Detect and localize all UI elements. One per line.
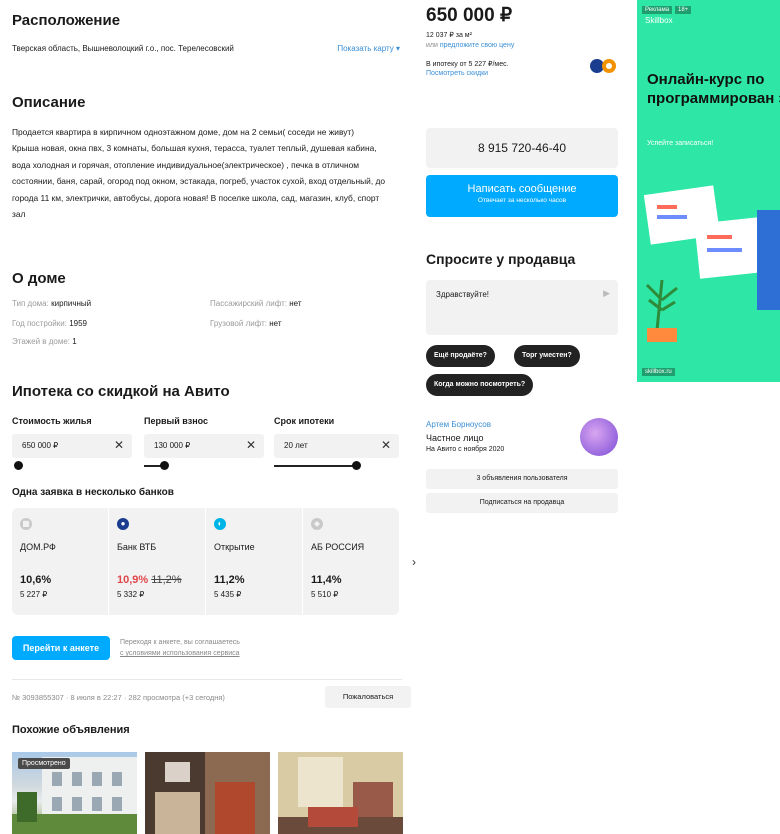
ad-headline: Онлайн-курс по программирован за 0 ₽ [647,71,780,107]
viewed-badge: Просмотрено [18,758,70,769]
ad-site: skillbox.ru [642,368,675,376]
ask-message-input[interactable]: Здравствуйте! ▶ [426,280,618,335]
description-title: Описание [12,94,86,111]
ad-banner[interactable]: Реклама 18+ Skillbox Онлайн-курс по прог… [637,0,780,382]
mortgage-from: В ипотеку от 5 227 ₽/мес. [426,61,509,68]
terms-link[interactable]: с условиями использования сервиса [120,648,240,659]
seller-since: На Авито с ноября 2020 [426,446,505,453]
partner-logo-icon [590,59,616,73]
offer-price-link[interactable]: предложите свою цену [440,42,514,49]
quick-question-chip[interactable]: Когда можно посмотреть? [426,374,534,396]
subscribe-seller-button[interactable]: Подписаться на продавца [426,493,618,513]
bank-card[interactable]: ◈ АБ РОССИЯ 11,4% 5 510 ₽ [303,508,400,615]
similar-title: Похожие объявления [12,724,130,736]
chevron-down-icon: ▾ [393,44,400,53]
complain-button[interactable]: Пожаловаться [325,686,411,708]
downpayment-slider-handle[interactable] [160,461,169,470]
chevron-right-icon[interactable]: › [412,555,416,569]
otkritie-logo-icon: ◐ [214,518,226,530]
house-title: О доме [12,270,66,287]
banks-title: Одна заявка в несколько банков [12,487,174,498]
divider [12,679,402,680]
clear-icon[interactable]: ✕ [114,438,124,452]
clear-icon[interactable]: ✕ [381,438,391,452]
offer-price: или предложите свою цену [426,42,515,49]
similar-thumb[interactable]: Просмотрено [12,752,137,834]
similar-thumb[interactable] [145,752,270,834]
room-photo [278,752,403,834]
send-icon[interactable]: ▶ [603,288,610,299]
banks-carousel: ▦ ДОМ.РФ 10,6% 5 227 ₽ ● Банк ВТБ 10,9% 1… [12,508,399,615]
price-per-meter: 12 037 ₽ за м² [426,32,472,39]
downpayment-input[interactable]: 130 000 ₽ ✕ [144,434,264,458]
ad-age-tag: 18+ [675,6,692,14]
term-input[interactable]: 20 лет ✕ [274,434,399,458]
ad-brand: Skillbox [645,16,673,25]
term-slider-track[interactable] [274,465,356,467]
location-address: Тверская область, Вышневолоцкий г.о., по… [12,44,234,53]
ad-illustration [643,185,780,342]
attr-cargo-lift: Грузовой лифт: нет [210,319,282,328]
clear-icon[interactable]: ✕ [246,438,256,452]
price-slider-handle[interactable] [14,461,23,470]
see-discounts-link[interactable]: Посмотреть скидки [426,70,488,77]
location-title: Расположение [12,12,121,29]
quick-question-chip[interactable]: Ещё продаёте? [426,345,495,367]
avatar[interactable] [580,418,618,456]
attr-passenger-lift: Пассажирский лифт: нет [210,299,302,308]
ad-subtitle: Успейте записаться! [647,140,714,147]
attr-house-type: Тип дома: кирпичный [12,299,92,308]
attr-year: Год постройки: 1959 [12,319,87,328]
listing-meta: № 3093855307 · 8 июля в 22:27 · 282 прос… [12,693,225,702]
price: 650 000 ₽ [426,5,513,26]
form-note: Переходя к анкете, вы соглашаетесь с усл… [120,639,240,659]
attr-floors: Этажей в доме: 1 [12,337,77,346]
quick-question-chip[interactable]: Торг уместен? [514,345,580,367]
write-message-button[interactable]: Написать сообщение Отвечает за несколько… [426,175,618,217]
price-input[interactable]: 650 000 ₽ ✕ [12,434,132,458]
bank-card[interactable]: ▦ ДОМ.РФ 10,6% 5 227 ₽ [12,508,109,615]
ask-seller-title: Спросите у продавца [426,251,576,267]
seller-name-link[interactable]: Артем Борноусов [426,420,491,429]
bank-card[interactable]: ● Банк ВТБ 10,9% 11,2% 5 332 ₽ [109,508,206,615]
go-to-form-button[interactable]: Перейти к анкете [12,636,110,660]
ad-tag: Реклама [642,6,673,14]
mortgage-fields: Стоимость жилья 650 000 ₽ ✕ Первый взнос … [12,416,402,476]
mortgage-title: Ипотека со скидкой на Авито [12,383,230,400]
vtb-logo-icon: ● [117,518,129,530]
kitchen-photo [145,752,270,834]
show-map-link[interactable]: Показать карту ▾ [337,44,400,53]
similar-thumb[interactable] [278,752,403,834]
phone-button[interactable]: 8 915 720-46-40 [426,128,618,168]
seller-type: Частное лицо [426,433,484,443]
term-slider-handle[interactable] [352,461,361,470]
domrf-logo-icon: ▦ [20,518,32,530]
seller-ads-button[interactable]: 3 объявления пользователя [426,469,618,489]
bank-card[interactable]: ◐ Открытие 11,2% 5 435 ₽ [206,508,303,615]
abrossiya-logo-icon: ◈ [311,518,323,530]
show-map-label: Показать карту [337,44,394,53]
description-text: Продается квартира в кирпичном одноэтажн… [12,127,386,220]
